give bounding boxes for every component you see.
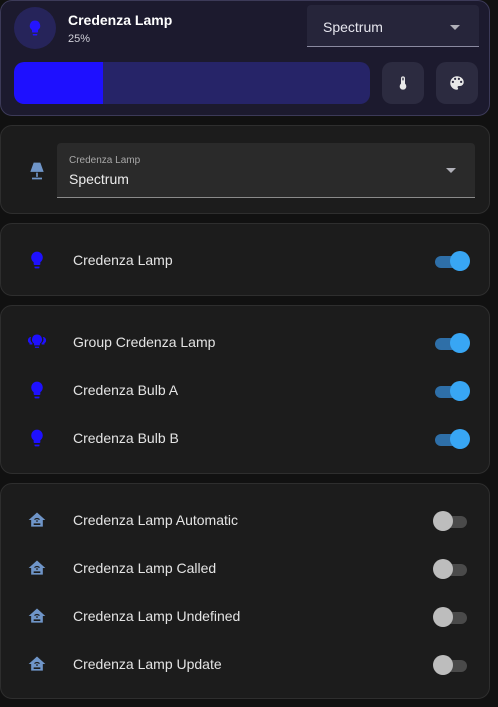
entity-toggle[interactable] [433,559,471,579]
entity-toggle[interactable] [433,655,471,675]
color-temp-button[interactable] [382,62,424,104]
entity-toggle[interactable] [433,251,471,271]
entity-label: Credenza Bulb A [73,382,179,398]
entity-label: Credenza Lamp Automatic [73,512,238,528]
automation-entities-card: Credenza Lamp Automatic Credenza Lamp Ca… [0,483,490,699]
entity-row[interactable]: Credenza Bulb B [1,414,489,462]
tile-name[interactable]: Credenza Lamp [68,12,172,28]
select-value: Spectrum [69,171,129,187]
lightbulb-icon [29,20,41,36]
group-entities-card: Group Credenza Lamp Credenza Bulb A Cred… [0,305,490,474]
tile-icon-button[interactable] [14,7,56,49]
light-entities-card: Credenza Lamp [0,223,490,296]
lightbulb-icon [25,378,49,402]
entity-row[interactable]: Group Credenza Lamp [1,318,489,366]
light-tile-card: Credenza Lamp 25% Spectrum [0,0,490,116]
spectrum-select[interactable]: Credenza Lamp Spectrum [57,143,475,198]
lamp-icon [27,161,47,186]
thermometer-icon [399,76,407,90]
entity-label: Credenza Bulb B [73,430,179,446]
entity-toggle[interactable] [433,381,471,401]
palette-icon [450,76,464,90]
tile-state: 25% [68,33,91,45]
select-label: Credenza Lamp [69,155,141,166]
entity-row[interactable]: Credenza Lamp Undefined [1,592,489,640]
entity-label: Credenza Lamp Update [73,656,222,672]
entity-label: Credenza Lamp [73,252,173,268]
chevron-down-icon [450,25,460,30]
entity-row[interactable]: Credenza Lamp Called [1,544,489,592]
color-button[interactable] [436,62,478,104]
home-automation-icon [25,652,49,676]
effect-select-card: Credenza Lamp Spectrum [0,125,490,214]
entity-toggle[interactable] [433,511,471,531]
entity-row[interactable]: Credenza Lamp Update [1,640,489,688]
lightbulb-group-icon [25,330,49,354]
entity-toggle[interactable] [433,607,471,627]
lightbulb-icon [25,426,49,450]
brightness-slider-fill [14,62,103,104]
chevron-down-icon [446,168,456,173]
entity-row[interactable]: Credenza Lamp [1,236,489,284]
effect-select[interactable]: Spectrum [307,5,479,47]
lightbulb-icon [25,248,49,272]
entity-toggle[interactable] [433,429,471,449]
effect-select-value: Spectrum [323,19,383,35]
entity-label: Credenza Lamp Undefined [73,608,241,624]
home-automation-icon [25,604,49,628]
home-automation-icon [25,508,49,532]
home-automation-icon [25,556,49,580]
brightness-slider[interactable] [14,62,370,104]
entity-label: Credenza Lamp Called [73,560,217,576]
entity-row[interactable]: Credenza Bulb A [1,366,489,414]
entity-row[interactable]: Credenza Lamp Automatic [1,496,489,544]
entity-toggle[interactable] [433,333,471,353]
entity-label: Group Credenza Lamp [73,334,216,350]
